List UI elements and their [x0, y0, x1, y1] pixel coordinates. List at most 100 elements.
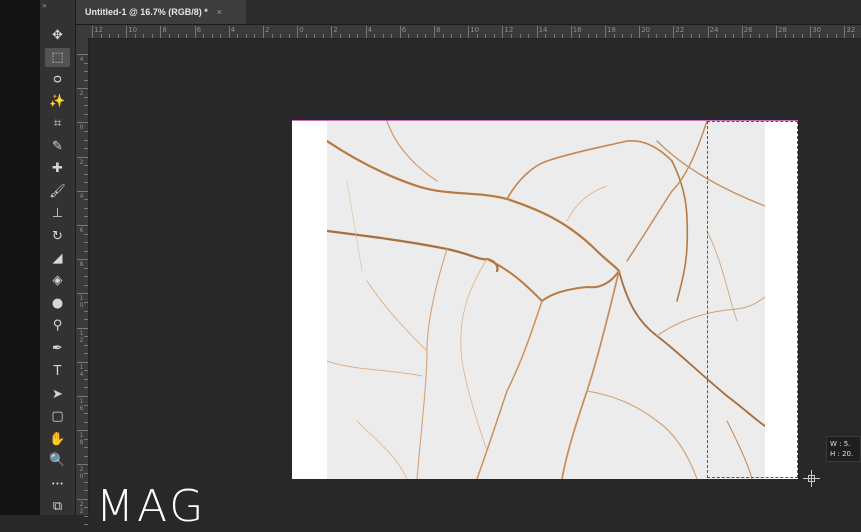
ruler-minor-tick: [84, 250, 88, 252]
ruler-tick: [570, 26, 572, 38]
healing-brush-tool[interactable]: ✚: [45, 159, 70, 178]
path-selection-tool[interactable]: ➤: [45, 385, 70, 404]
ruler-minor-tick: [451, 34, 453, 38]
crop-tool[interactable]: ⌗: [45, 114, 70, 133]
ruler-minor-tick: [84, 353, 88, 355]
ruler-tick: [399, 26, 401, 38]
ruler-minor-tick: [84, 233, 88, 235]
history-brush-tool[interactable]: ↻: [45, 227, 70, 246]
ruler-minor-tick: [699, 34, 701, 38]
document-tab-title: Untitled-1 @ 16.7% (RGB/8) *: [85, 7, 208, 17]
ruler-minor-tick: [84, 96, 88, 98]
ruler-minor-tick: [767, 34, 769, 38]
ruler-label: 24: [709, 26, 719, 34]
ruler-minor-tick: [84, 387, 88, 389]
ruler-minor-tick: [622, 34, 624, 38]
ruler-tick: [263, 26, 264, 38]
ellipsis-icon: •••: [51, 479, 64, 488]
ruler-minor-tick: [579, 34, 581, 38]
ruler-minor-tick: [84, 130, 88, 132]
ruler-tick: [77, 190, 88, 192]
type-tool[interactable]: T: [45, 362, 70, 381]
ruler-tick: [673, 26, 675, 38]
marble-image-layer[interactable]: [327, 121, 765, 479]
ruler-tick: [77, 396, 88, 397]
ruler-tick: [502, 26, 504, 38]
ruler-minor-tick: [733, 34, 735, 38]
ruler-minor-tick: [117, 34, 119, 38]
color-swatches[interactable]: ⧉: [45, 497, 70, 516]
brush-tool[interactable]: 🖌: [45, 182, 70, 201]
ruler-minor-tick: [476, 34, 478, 38]
ruler-label: 18: [607, 26, 616, 34]
ruler-minor-tick: [84, 165, 88, 167]
ruler-minor-tick: [84, 438, 88, 440]
magic-wand-tool[interactable]: ✨: [45, 92, 70, 111]
ruler-minor-tick: [562, 34, 564, 38]
hand-tool[interactable]: ✋: [45, 430, 70, 449]
vertical-ruler[interactable]: 42024681 01 21 41 61 82 02 2: [76, 38, 89, 526]
ruler-label: 6: [196, 26, 202, 34]
ruler-minor-tick: [254, 34, 256, 38]
ruler-tick: [77, 88, 88, 90]
ruler-minor-tick: [630, 34, 632, 38]
ruler-tick: [365, 26, 367, 38]
tooltip-width: W : 5.: [830, 440, 851, 448]
ruler-tick: [605, 26, 606, 38]
ruler-minor-tick: [545, 34, 547, 38]
horizontal-ruler[interactable]: 12 10 8 6 4 2 0 2 4 6 8 10 12 14 16 18 20 22 24 26 28 30 32: [88, 25, 861, 39]
move-icon: ✥: [52, 28, 63, 43]
ruler-minor-tick: [553, 34, 555, 38]
ruler-tick: [77, 259, 88, 261]
blur-drop-icon: ●: [51, 296, 64, 311]
clone-stamp-tool[interactable]: ⊥: [45, 204, 70, 223]
marquee-tool[interactable]: ⬚: [45, 48, 70, 67]
ruler-label: 14: [538, 26, 548, 34]
ruler-tick: [77, 122, 88, 124]
ruler-tick: [776, 26, 777, 38]
ruler-tick: [160, 26, 162, 38]
paint-bucket-icon: ◈: [52, 273, 63, 288]
ruler-tick: [77, 498, 88, 500]
eraser-icon: ◢: [52, 251, 63, 266]
ruler-minor-tick: [84, 148, 88, 150]
ruler-minor-tick: [724, 34, 726, 38]
ruler-tick: [194, 26, 196, 38]
collapse-toolbar-icon[interactable]: »: [42, 1, 47, 10]
ruler-minor-tick: [716, 34, 718, 38]
eyedropper-tool[interactable]: ✎: [45, 137, 70, 156]
ruler-label: 28: [778, 26, 787, 34]
rectangular-marquee-icon: ⬚: [51, 50, 64, 65]
ruler-label: 6: [401, 26, 407, 34]
lasso-tool[interactable]: ᴑ: [45, 70, 70, 89]
paint-bucket-tool[interactable]: ◈: [45, 271, 70, 290]
ruler-tick: [77, 361, 88, 363]
rectangle-tool[interactable]: ▢: [45, 407, 70, 426]
ruler-minor-tick: [84, 284, 88, 286]
ruler-minor-tick: [84, 216, 88, 218]
dodge-tool[interactable]: ⚲: [45, 316, 70, 335]
marquee-selection[interactable]: [707, 121, 798, 478]
ruler-tick: [331, 26, 333, 38]
ruler-minor-tick: [613, 34, 615, 38]
magnifier-icon: 🔍: [49, 453, 66, 468]
ruler-minor-tick: [84, 319, 88, 321]
zoom-tool[interactable]: 🔍: [45, 451, 70, 470]
ruler-tick: [77, 327, 88, 329]
eraser-tool[interactable]: ◢: [45, 249, 70, 268]
move-tool[interactable]: ✥: [45, 26, 70, 45]
ruler-minor-tick: [151, 34, 153, 38]
ruler-label: 4: [230, 26, 236, 34]
lasso-icon: ᴑ: [53, 72, 62, 87]
more-tools[interactable]: •••: [45, 474, 70, 493]
ruler-minor-tick: [459, 34, 461, 38]
ruler-minor-tick: [357, 34, 359, 38]
ruler-minor-tick: [177, 34, 179, 38]
ruler-tick: [77, 156, 88, 158]
pen-tool[interactable]: ✒: [45, 339, 70, 358]
ruler-minor-tick: [84, 404, 88, 406]
close-tab-icon[interactable]: ×: [217, 7, 222, 17]
eyedropper-icon: ✎: [52, 139, 63, 154]
document-tab[interactable]: Untitled-1 @ 16.7% (RGB/8) * ×: [76, 0, 246, 24]
blur-tool[interactable]: ●: [45, 294, 70, 313]
